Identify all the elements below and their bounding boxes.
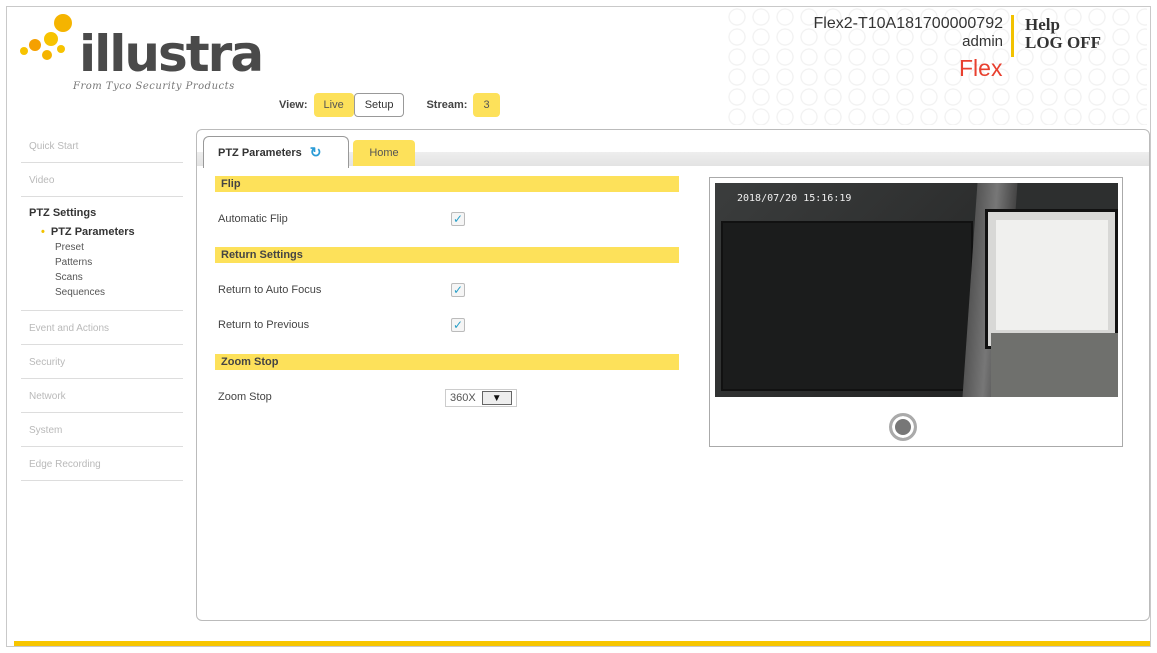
product-name: Flex	[959, 55, 1003, 81]
sidebar-item-event-actions[interactable]: Event and Actions	[21, 311, 183, 345]
sidebar-group-ptz: PTZ Settings • PTZ Parameters Preset Patt…	[21, 197, 183, 311]
sidebar-subitem-ptz-parameters[interactable]: • PTZ Parameters	[29, 224, 183, 240]
section-header-return-settings: Return Settings	[215, 247, 679, 263]
logo-wordmark: illustra	[79, 25, 264, 83]
logoff-link[interactable]: LOG OFF	[1025, 33, 1101, 53]
sidebar-subitem-label: PTZ Parameters	[50, 226, 135, 238]
checkmark-icon: ✓	[452, 318, 464, 332]
logo-dots-icon	[20, 14, 72, 60]
sidebar-item-quick-start[interactable]: Quick Start	[21, 129, 183, 163]
zoom-stop-value: 360X	[450, 392, 476, 404]
sidebar-item-network[interactable]: Network	[21, 379, 183, 413]
return-previous-label: Return to Previous	[218, 319, 310, 331]
footer-bar	[14, 641, 1150, 646]
stream-label: Stream:	[426, 99, 468, 111]
tab-home[interactable]: Home	[353, 140, 415, 166]
sidebar-item-video[interactable]: Video	[21, 163, 183, 197]
video-scene-keyboard	[991, 333, 1118, 397]
live-video-feed[interactable]: 2018/07/20 15:16:19	[715, 183, 1118, 397]
sidebar: Quick Start Video PTZ Settings • PTZ Para…	[21, 129, 183, 481]
automatic-flip-label: Automatic Flip	[218, 213, 288, 225]
setup-button[interactable]: Setup	[353, 93, 405, 117]
return-auto-focus-label: Return to Auto Focus	[218, 284, 322, 296]
section-header-zoom-stop: Zoom Stop	[215, 354, 679, 370]
username: admin	[962, 33, 1003, 50]
return-auto-focus-checkbox[interactable]: ✓	[451, 283, 465, 297]
help-link[interactable]: Help	[1025, 15, 1060, 35]
video-scene-screen	[985, 209, 1118, 349]
video-scene-screen-inner	[996, 220, 1108, 330]
return-previous-checkbox[interactable]: ✓	[451, 318, 465, 332]
active-bullet-icon: •	[41, 226, 45, 238]
device-name: Flex2-T10A181700000792	[813, 15, 1003, 32]
app-window: illustra From Tyco Security Products Vie…	[6, 6, 1151, 647]
view-controls: View: Live Setup Stream: 3	[279, 91, 500, 119]
sidebar-subitem-preset[interactable]: Preset	[29, 240, 183, 255]
video-preview: 2018/07/20 15:16:19	[709, 177, 1123, 447]
header-divider	[1011, 15, 1014, 57]
checkmark-icon: ✓	[452, 212, 464, 226]
live-button[interactable]: Live	[313, 93, 354, 117]
tab-label: PTZ Parameters	[218, 146, 302, 159]
sidebar-item-security[interactable]: Security	[21, 345, 183, 379]
refresh-icon[interactable]: ↻	[310, 144, 322, 161]
stop-stream-button[interactable]	[889, 413, 917, 441]
sidebar-item-edge-recording[interactable]: Edge Recording	[21, 447, 183, 481]
sidebar-item-ptz-settings[interactable]: PTZ Settings	[29, 207, 183, 219]
sidebar-item-system[interactable]: System	[21, 413, 183, 447]
illustra-logo: illustra From Tyco Security Products	[15, 11, 275, 103]
automatic-flip-checkbox[interactable]: ✓	[451, 212, 465, 226]
sidebar-subitem-sequences[interactable]: Sequences	[29, 285, 183, 300]
video-scene-monitor	[721, 221, 973, 391]
tab-ptz-parameters[interactable]: PTZ Parameters ↻	[203, 136, 349, 168]
view-label: View:	[279, 99, 308, 111]
logo-tagline: From Tyco Security Products	[73, 81, 235, 92]
sidebar-subitem-patterns[interactable]: Patterns	[29, 255, 183, 270]
dropdown-arrow-icon[interactable]: ▼	[481, 391, 512, 405]
section-header-flip: Flip	[215, 176, 679, 192]
stream-button[interactable]: 3	[473, 93, 500, 117]
zoom-stop-label: Zoom Stop	[218, 391, 272, 403]
checkmark-icon: ✓	[452, 283, 464, 297]
video-timestamp: 2018/07/20 15:16:19	[737, 193, 852, 204]
zoom-stop-select[interactable]: 360X ▼	[445, 389, 517, 407]
sidebar-subitem-scans[interactable]: Scans	[29, 270, 183, 285]
